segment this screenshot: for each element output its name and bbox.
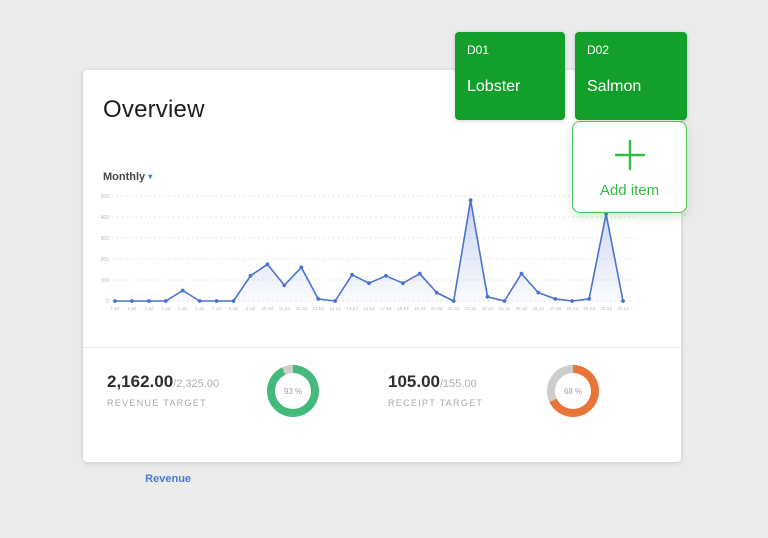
section-divider [83,347,681,348]
receipt-value: 105.00 [388,372,440,391]
svg-text:27 Jul: 27 Jul [550,306,561,311]
item-name: Salmon [587,78,641,96]
svg-text:30 Jul: 30 Jul [601,306,612,311]
svg-text:16 Jul: 16 Jul [363,306,374,311]
item-card-salmon[interactable]: D02 Salmon [575,32,687,120]
svg-text:400: 400 [101,215,110,221]
svg-text:31 Jul: 31 Jul [617,306,628,311]
page-title: Overview [103,96,205,124]
revenue-progress-donut: 93 % [267,365,319,417]
svg-text:19 Jul: 19 Jul [414,306,425,311]
add-item-button[interactable]: Add item [572,121,687,213]
svg-text:7 Jul: 7 Jul [212,306,221,311]
item-card-lobster[interactable]: D01 Lobster [455,32,565,120]
plus-icon [613,138,647,172]
add-item-label: Add item [600,182,659,199]
revenue-target-label: REVENUE TARGET [107,398,219,408]
revenue-value: 2,162.00 [107,372,173,391]
item-code: D02 [587,43,675,57]
receipt-percent: 68 % [564,387,582,396]
svg-text:5 Jul: 5 Jul [178,306,187,311]
svg-text:4 Jul: 4 Jul [161,306,170,311]
svg-text:20 Jul: 20 Jul [431,306,442,311]
svg-text:6 Jul: 6 Jul [195,306,204,311]
svg-text:13 Jul: 13 Jul [313,306,324,311]
svg-text:28 Jul: 28 Jul [567,306,578,311]
svg-text:18 Jul: 18 Jul [397,306,408,311]
svg-text:23 Jul: 23 Jul [482,306,493,311]
chart-period-selector[interactable]: MonthlyRevenue ▾ [103,171,152,183]
svg-text:22 Jul: 22 Jul [465,306,476,311]
svg-text:14 Jul: 14 Jul [330,306,341,311]
receipt-target: /155.00 [440,378,477,390]
svg-text:8 Jul: 8 Jul [229,306,238,311]
item-name: Lobster [467,78,520,96]
svg-text:10 Jul: 10 Jul [262,306,273,311]
svg-text:15 Jul: 15 Jul [347,306,358,311]
revenue-target: /2,325.00 [173,378,219,390]
chart-period-label: Monthly [103,171,145,183]
svg-text:21 Jul: 21 Jul [448,306,459,311]
svg-text:25 Jul: 25 Jul [516,306,527,311]
item-code: D01 [467,43,553,57]
revenue-target-metric: 2,162.00/2,325.00 REVENUE TARGET [107,372,219,408]
revenue-percent: 93 % [284,387,302,396]
receipt-target-metric: 105.00/155.00 RECEIPT TARGET [388,372,483,408]
dashboard-page: Overview MonthlyRevenue ▾ 50040030020010… [0,0,768,538]
svg-text:29 Jul: 29 Jul [584,306,595,311]
svg-text:0: 0 [106,299,109,305]
svg-text:9 Jul: 9 Jul [246,306,255,311]
chart-metric-label: Revenue [145,473,191,485]
chevron-down-icon: ▾ [148,172,152,181]
svg-text:300: 300 [101,236,110,242]
svg-text:26 Jul: 26 Jul [533,306,544,311]
svg-text:3 Jul: 3 Jul [144,306,153,311]
svg-text:500: 500 [101,194,110,200]
svg-text:24 Jul: 24 Jul [499,306,510,311]
receipt-progress-donut: 68 % [547,365,599,417]
svg-text:1 Jul: 1 Jul [111,306,120,311]
svg-text:17 Jul: 17 Jul [380,306,391,311]
svg-text:12 Jul: 12 Jul [296,306,307,311]
svg-text:11 Jul: 11 Jul [279,306,290,311]
svg-text:2 Jul: 2 Jul [127,306,136,311]
receipt-target-label: RECEIPT TARGET [388,398,483,408]
svg-text:100: 100 [101,278,110,284]
svg-text:200: 200 [101,257,110,263]
